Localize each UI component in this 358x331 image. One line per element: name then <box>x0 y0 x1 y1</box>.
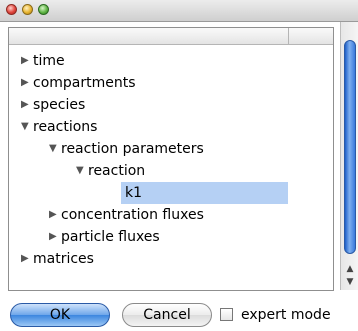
tree-item-label: time <box>33 53 65 69</box>
minimize-window-icon[interactable] <box>22 4 33 15</box>
column-divider[interactable] <box>288 28 289 44</box>
tree-item-species[interactable]: ▶ species <box>21 94 85 116</box>
expert-mode-checkbox[interactable] <box>220 308 233 321</box>
tree-item-label: matrices <box>33 251 94 267</box>
tree-item-label: k1 <box>125 185 143 201</box>
tree-item-label: particle fluxes <box>61 229 160 245</box>
tree-item-label: reaction <box>88 163 146 179</box>
tree-item-compartments[interactable]: ▶ compartments <box>21 72 136 94</box>
disclosure-collapsed-icon[interactable]: ▶ <box>21 50 33 72</box>
disclosure-expanded-icon[interactable]: ▼ <box>49 138 61 160</box>
scroll-down-arrow-icon[interactable]: ▼ <box>344 277 356 287</box>
expert-mode-label[interactable]: expert mode <box>241 305 331 325</box>
tree-item-matrices[interactable]: ▶ matrices <box>21 248 94 270</box>
tree-item-reactions[interactable]: ▼ reactions <box>21 116 97 138</box>
tree-item-label: reactions <box>33 119 98 135</box>
disclosure-collapsed-icon[interactable]: ▶ <box>21 248 33 270</box>
disclosure-collapsed-icon[interactable]: ▶ <box>21 94 33 116</box>
tree-item-reaction[interactable]: ▼ reaction <box>76 160 145 182</box>
vertical-scrollbar[interactable]: ▲ ▼ <box>340 22 358 290</box>
tree-item-reaction-parameters[interactable]: ▼ reaction parameters <box>49 138 204 160</box>
tree-item-time[interactable]: ▶ time <box>21 50 65 72</box>
tree-item-label: concentration fluxes <box>61 207 204 223</box>
disclosure-collapsed-icon[interactable]: ▶ <box>49 204 61 226</box>
disclosure-expanded-icon[interactable]: ▼ <box>76 160 88 182</box>
tree-item-concentration-fluxes[interactable]: ▶ concentration fluxes <box>49 204 204 226</box>
scroll-up-arrow-icon[interactable]: ▲ <box>344 264 356 274</box>
tree-item-particle-fluxes[interactable]: ▶ particle fluxes <box>49 226 160 248</box>
disclosure-expanded-icon[interactable]: ▼ <box>21 116 33 138</box>
tree-item-label: species <box>33 97 86 113</box>
disclosure-collapsed-icon[interactable]: ▶ <box>21 72 33 94</box>
tree-item-label: compartments <box>33 75 136 91</box>
cancel-button[interactable]: Cancel <box>122 303 212 327</box>
zoom-window-icon[interactable] <box>38 4 49 15</box>
tree-column-header <box>9 28 333 45</box>
ok-button[interactable]: OK <box>10 303 110 327</box>
disclosure-collapsed-icon[interactable]: ▶ <box>49 226 61 248</box>
window-titlebar <box>0 0 358 22</box>
tree-panel: ▶ time ▶ compartments ▶ species ▼ reactions … <box>8 27 334 291</box>
scrollbar-thumb[interactable] <box>344 40 356 254</box>
tree-item-k1[interactable]: k1 <box>121 182 288 204</box>
tree-item-label: reaction parameters <box>61 141 204 157</box>
close-window-icon[interactable] <box>6 4 17 15</box>
